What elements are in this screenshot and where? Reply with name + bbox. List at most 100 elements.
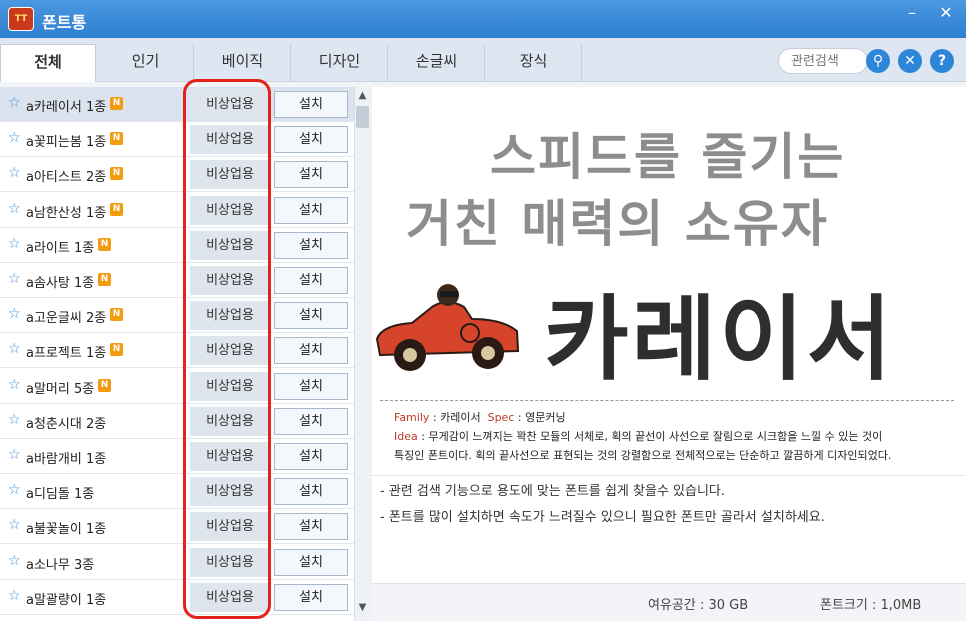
install-button[interactable]: 설치: [274, 513, 348, 541]
idea-line-1: Idea : 무게감이 느껴지는 꽉찬 모듈의 서체로, 획의 끝선이 사선으로…: [394, 430, 883, 443]
tab-design[interactable]: 디자인: [292, 44, 388, 82]
scroll-up-icon[interactable]: ▲: [354, 88, 371, 104]
font-row[interactable]: ☆ a꽃피는봄 1종 N 비상업용 설치: [0, 122, 354, 158]
font-row-cell[interactable]: ☆ a남한산성 1종 N: [0, 193, 186, 228]
font-row-cell[interactable]: ☆ a디딤돌 1종: [0, 474, 186, 509]
preview-headline-1: 스피드를 즐기는: [490, 128, 846, 186]
font-row[interactable]: ☆ a고운글씨 2종 N 비상업용 설치: [0, 298, 354, 334]
font-row-cell[interactable]: ☆ a청춘시대 2종: [0, 404, 186, 439]
app-window: TT 폰트통 – ✕ 전체 인기 베이직 디자인 손글씨 장식 ⚲ ✕ ? ☆ a…: [0, 0, 966, 621]
install-button[interactable]: 설치: [274, 302, 348, 330]
font-row-cell[interactable]: ☆ a말괄량이 1종: [0, 580, 186, 615]
scroll-thumb[interactable]: [356, 106, 369, 128]
font-row-cell[interactable]: ☆ a프로젝트 1종 N: [0, 333, 186, 368]
install-button[interactable]: 설치: [274, 161, 348, 189]
new-badge: N: [110, 202, 123, 216]
font-row[interactable]: ☆ a바람개비 1종 비상업용 설치: [0, 439, 354, 474]
title-bar: TT 폰트통 – ✕: [0, 0, 966, 38]
spec-value: 영문커닝: [525, 411, 566, 424]
new-badge: N: [110, 97, 123, 110]
font-row-cell[interactable]: ☆ a불꽃놀이 1종: [0, 509, 186, 544]
new-badge: N: [98, 237, 111, 251]
install-button[interactable]: 설치: [274, 583, 348, 611]
license-label: 비상업용: [190, 195, 270, 225]
favorite-star-icon[interactable]: ☆: [8, 201, 21, 217]
font-row[interactable]: ☆ a라이트 1종 N 비상업용 설치: [0, 228, 354, 263]
font-row[interactable]: ☆ a솜사탕 1종 N 비상업용 설치: [0, 263, 354, 298]
font-row[interactable]: ☆ a카레이서 1종 N 비상업용 설치: [0, 87, 354, 122]
free-space-status: 여유공간 : 30 GB: [648, 598, 749, 613]
install-button[interactable]: 설치: [274, 478, 348, 506]
favorite-star-icon[interactable]: ☆: [8, 412, 21, 428]
help-notes: - 관련 검색 기능으로 용도에 맞는 폰트를 쉽게 찾을수 있습니다. - 폰…: [372, 475, 966, 583]
font-name: a라이트 1종: [26, 240, 95, 256]
install-button[interactable]: 설치: [274, 231, 348, 259]
font-row-cell[interactable]: ☆ a솜사탕 1종 N: [0, 263, 186, 298]
idea-text-1: 무게감이 느껴지는 꽉찬 모듈의 서체로, 획의 끝선이 사선으로 잘림으로 시…: [428, 430, 883, 443]
help-icon[interactable]: ?: [930, 49, 954, 73]
family-label: Family: [394, 411, 430, 424]
favorite-star-icon[interactable]: ☆: [8, 377, 21, 393]
favorite-star-icon[interactable]: ☆: [8, 236, 21, 252]
font-row-cell[interactable]: ☆ a소나무 3종: [0, 545, 186, 580]
font-row[interactable]: ☆ a말머리 5종 N 비상업용 설치: [0, 369, 354, 404]
font-name: a말머리 5종: [26, 381, 95, 397]
favorite-star-icon[interactable]: ☆: [8, 95, 21, 111]
font-name: a아티스트 2종: [26, 170, 107, 186]
font-row-cell[interactable]: ☆ a바람개비 1종: [0, 439, 186, 474]
favorite-star-icon[interactable]: ☆: [8, 165, 21, 181]
new-badge: N: [98, 378, 111, 392]
favorite-star-icon[interactable]: ☆: [8, 517, 21, 533]
favorite-star-icon[interactable]: ☆: [8, 341, 21, 357]
install-button[interactable]: 설치: [274, 267, 348, 294]
scroll-down-icon[interactable]: ▼: [354, 600, 371, 616]
font-row[interactable]: ☆ a프로젝트 1종 N 비상업용 설치: [0, 333, 354, 369]
clear-icon[interactable]: ✕: [898, 49, 922, 73]
install-button[interactable]: 설치: [274, 372, 348, 400]
install-button[interactable]: 설치: [274, 196, 348, 224]
font-row-cell[interactable]: ☆ a고운글씨 2종 N: [0, 298, 186, 333]
font-row-cell[interactable]: ☆ a말머리 5종 N: [0, 369, 186, 404]
font-row-cell[interactable]: ☆ a라이트 1종 N: [0, 228, 186, 263]
favorite-star-icon[interactable]: ☆: [8, 553, 21, 569]
install-button[interactable]: 설치: [274, 443, 348, 470]
font-name: a청춘시대 2종: [26, 416, 107, 432]
tab-basic[interactable]: 베이직: [195, 44, 291, 82]
font-row-cell[interactable]: ☆ a아티스트 2종 N: [0, 157, 186, 192]
license-label: 비상업용: [190, 406, 270, 436]
font-row[interactable]: ☆ a아티스트 2종 N 비상업용 설치: [0, 157, 354, 193]
tab-popular[interactable]: 인기: [98, 44, 194, 82]
install-button[interactable]: 설치: [274, 407, 348, 435]
favorite-star-icon[interactable]: ☆: [8, 271, 21, 287]
font-row-cell[interactable]: ☆ a카레이서 1종 N: [0, 87, 186, 122]
license-label: 비상업용: [190, 266, 270, 295]
font-row-cell[interactable]: ☆ a꽃피는봄 1종 N: [0, 122, 186, 157]
font-row[interactable]: ☆ a소나무 3종 비상업용 설치: [0, 545, 354, 580]
search-input[interactable]: [778, 48, 868, 74]
favorite-star-icon[interactable]: ☆: [8, 482, 21, 498]
font-row[interactable]: ☆ a말괄량이 1종 비상업용 설치: [0, 580, 354, 615]
tab-decorative[interactable]: 장식: [486, 44, 582, 82]
install-button[interactable]: 설치: [274, 337, 348, 365]
install-button[interactable]: 설치: [274, 548, 348, 576]
status-bar: 여유공간 : 30 GB 폰트크기 : 1,0MB: [372, 583, 966, 621]
minimize-button[interactable]: –: [896, 0, 928, 28]
favorite-star-icon[interactable]: ☆: [8, 447, 21, 463]
font-row[interactable]: ☆ a불꽃놀이 1종 비상업용 설치: [0, 509, 354, 545]
tab-handwriting[interactable]: 손글씨: [389, 44, 485, 82]
spec-label: Spec: [487, 411, 515, 424]
tab-all[interactable]: 전체: [0, 44, 96, 82]
install-button[interactable]: 설치: [274, 91, 348, 118]
family-spec-line: Family : 카레이서 Spec : 영문커닝: [394, 411, 566, 424]
install-button[interactable]: 설치: [274, 126, 348, 154]
font-row[interactable]: ☆ a청춘시대 2종 비상업용 설치: [0, 404, 354, 439]
favorite-star-icon[interactable]: ☆: [8, 588, 21, 604]
search-icon[interactable]: ⚲: [866, 49, 890, 73]
font-row[interactable]: ☆ a남한산성 1종 N 비상업용 설치: [0, 193, 354, 228]
close-window-button[interactable]: ✕: [930, 0, 962, 28]
new-badge: N: [110, 343, 123, 357]
scrollbar[interactable]: [354, 87, 371, 621]
font-row[interactable]: ☆ a디딤돌 1종 비상업용 설치: [0, 474, 354, 510]
favorite-star-icon[interactable]: ☆: [8, 130, 21, 146]
favorite-star-icon[interactable]: ☆: [8, 306, 21, 322]
